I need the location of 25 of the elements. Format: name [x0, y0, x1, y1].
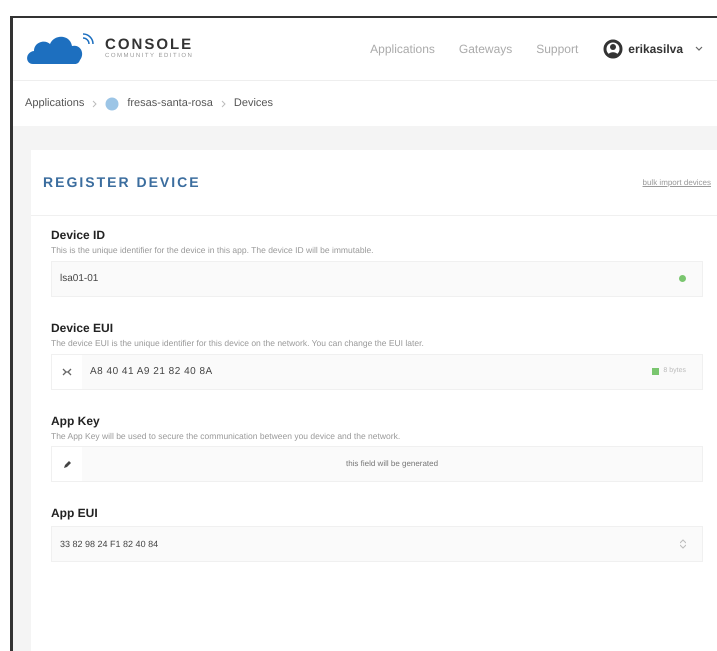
field-label: Device ID: [51, 227, 106, 244]
user-avatar-icon[interactable]: [602, 39, 624, 59]
pencil-icon[interactable]: [62, 460, 72, 469]
input-field[interactable]: this field will be generated: [51, 446, 703, 482]
field-label: Device EUI: [51, 320, 114, 337]
field-description: This is the unique identifier for the device in this app. The device ID will be immutable.: [51, 244, 375, 257]
logo-title: CONSOLE: [105, 37, 194, 52]
field-label: App EUI: [51, 505, 99, 522]
breadcrumb-current: Devices: [234, 96, 274, 112]
app-globe-icon: [105, 96, 120, 110]
field-description: The device EUI is the unique identifier for this device on the network. You can change the EUI later.: [51, 336, 425, 350]
username[interactable]: erikasilva: [628, 40, 683, 58]
chevron-right-icon: [220, 100, 226, 108]
input-field[interactable]: lsa01-01: [51, 260, 703, 297]
field-label: App Key: [51, 412, 101, 430]
breadcrumb-link[interactable]: Applications: [25, 95, 84, 112]
breadcrumb-link[interactable]: fresas-santa-rosa: [127, 95, 213, 112]
field-value[interactable]: lsa01-01: [52, 271, 679, 286]
field-value[interactable]: A8 40 41 A9 21 82 40 8A: [82, 364, 652, 379]
input-field[interactable]: 33 82 98 24 F1 82 40 84: [51, 526, 703, 562]
chevron-down-icon[interactable]: [695, 46, 703, 52]
field-description: The App Key will be used to secure the communication between you device and the network.: [51, 430, 402, 442]
chevron-right-icon: [92, 100, 98, 108]
field-value[interactable]: 33 82 98 24 F1 82 40 84: [52, 538, 680, 551]
card-title: REGISTER DEVICE: [43, 173, 201, 192]
